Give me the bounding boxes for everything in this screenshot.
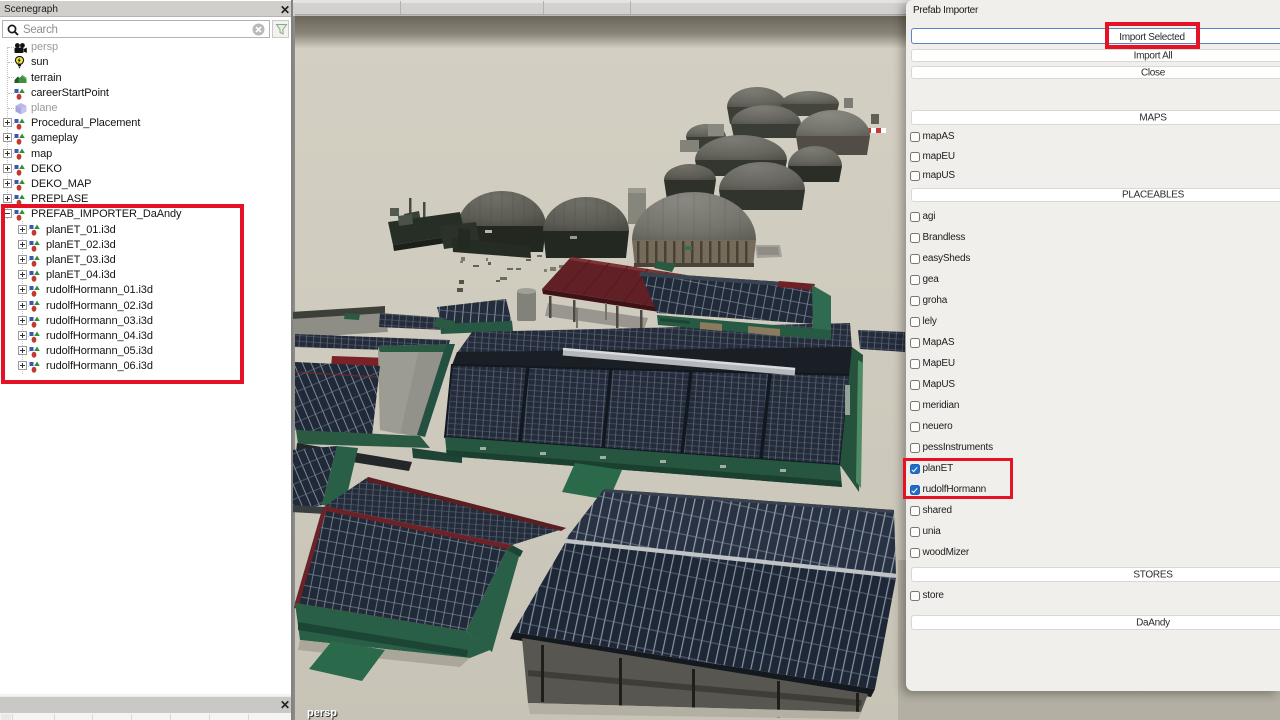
- svg-text:persp: persp: [307, 707, 337, 719]
